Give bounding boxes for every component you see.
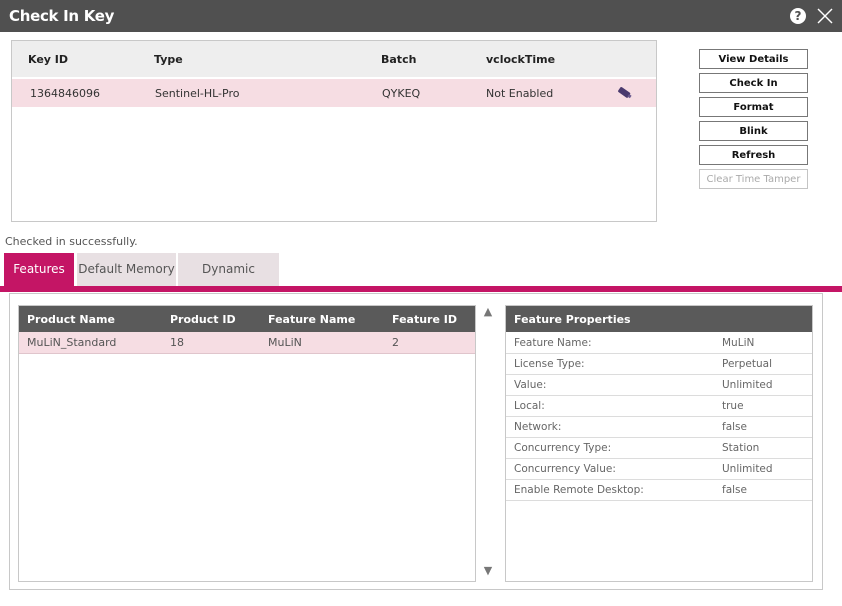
feature-properties-table: Feature Properties Feature Name: MuLiN L… <box>505 305 813 582</box>
property-row: Concurrency Type: Station <box>506 438 812 459</box>
features-scrollbar[interactable]: ▲ ▼ <box>480 305 496 580</box>
property-row: License Type: Perpetual <box>506 354 812 375</box>
property-value: Unlimited <box>722 463 773 475</box>
column-header-product-id[interactable]: Product ID <box>170 313 236 326</box>
key-table-header: Key ID Type Batch vclockTime <box>12 41 656 77</box>
tab-underline <box>0 286 842 292</box>
property-row: Network: false <box>506 417 812 438</box>
type-cell: Sentinel-HL-Pro <box>155 87 240 100</box>
scroll-down-icon[interactable]: ▼ <box>480 564 496 578</box>
column-header-batch[interactable]: Batch <box>381 53 416 66</box>
usb-key-icon <box>618 87 632 99</box>
property-row: Value: Unlimited <box>506 375 812 396</box>
status-message: Checked in successfully. <box>5 235 138 248</box>
property-value: false <box>722 421 747 433</box>
feature-properties-header: Feature Properties <box>506 306 812 332</box>
feature-properties-title: Feature Properties <box>514 313 631 326</box>
window-title: Check In Key <box>9 7 115 25</box>
tab-dynamic-memory[interactable]: Dynamic Memory <box>178 253 279 309</box>
features-panel: Product Name Product ID Feature Name Fea… <box>9 293 823 590</box>
property-label: Network: <box>514 421 562 433</box>
property-value: MuLiN <box>722 337 755 349</box>
column-header-product-name[interactable]: Product Name <box>27 313 115 326</box>
vclocktime-cell: Not Enabled <box>486 87 554 100</box>
property-label: License Type: <box>514 358 585 370</box>
property-label: Enable Remote Desktop: <box>514 484 644 496</box>
column-header-type[interactable]: Type <box>154 53 183 66</box>
clear-time-tamper-button[interactable]: Clear Time Tamper <box>699 169 808 189</box>
property-label: Concurrency Value: <box>514 463 616 475</box>
property-label: Feature Name: <box>514 337 592 349</box>
property-row: Local: true <box>506 396 812 417</box>
property-row: Concurrency Value: Unlimited <box>506 459 812 480</box>
tab-features[interactable]: Features <box>4 253 74 286</box>
property-value: Unlimited <box>722 379 773 391</box>
format-button[interactable]: Format <box>699 97 808 117</box>
property-label: Local: <box>514 400 545 412</box>
key-table: Key ID Type Batch vclockTime 1364846096 … <box>11 40 657 222</box>
property-label: Concurrency Type: <box>514 442 612 454</box>
blink-button[interactable]: Blink <box>699 121 808 141</box>
feature-name-cell: MuLiN <box>268 336 302 349</box>
property-row: Feature Name: MuLiN <box>506 333 812 354</box>
property-value: false <box>722 484 747 496</box>
property-row: Enable Remote Desktop: false <box>506 480 812 501</box>
features-table-header: Product Name Product ID Feature Name Fea… <box>19 306 475 332</box>
property-value: Perpetual <box>722 358 772 370</box>
scroll-up-icon[interactable]: ▲ <box>480 305 496 319</box>
column-header-feature-name[interactable]: Feature Name <box>268 313 355 326</box>
check-in-button[interactable]: Check In <box>699 73 808 93</box>
features-table-row[interactable]: MuLiN_Standard 18 MuLiN 2 <box>19 332 475 354</box>
product-name-cell: MuLiN_Standard <box>27 336 117 349</box>
close-icon[interactable] <box>815 6 835 26</box>
features-table: Product Name Product ID Feature Name Fea… <box>18 305 476 582</box>
column-header-feature-id[interactable]: Feature ID <box>392 313 457 326</box>
help-icon[interactable]: ? <box>790 8 806 24</box>
view-details-button[interactable]: View Details <box>699 49 808 69</box>
product-id-cell: 18 <box>170 336 184 349</box>
property-label: Value: <box>514 379 547 391</box>
property-value: Station <box>722 442 760 454</box>
feature-id-cell: 2 <box>392 336 399 349</box>
tab-default-memory[interactable]: Default Memory <box>77 253 176 286</box>
title-bar: Check In Key ? <box>0 0 842 32</box>
batch-cell: QYKEQ <box>382 87 421 100</box>
column-header-vclocktime[interactable]: vclockTime <box>486 53 555 66</box>
property-value: true <box>722 400 744 412</box>
key-id-cell: 1364846096 <box>30 87 100 100</box>
key-table-row[interactable]: 1364846096 Sentinel-HL-Pro QYKEQ Not Ena… <box>12 79 656 107</box>
refresh-button[interactable]: Refresh <box>699 145 808 165</box>
column-header-key-id[interactable]: Key ID <box>28 53 68 66</box>
